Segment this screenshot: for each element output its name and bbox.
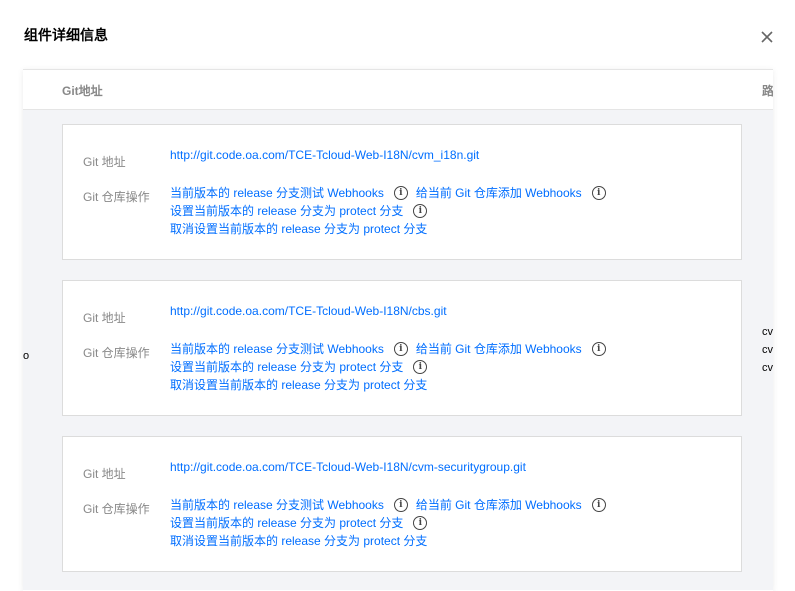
test-webhooks-link[interactable]: 当前版本的 release 分支测试 Webhooks — [170, 340, 384, 358]
close-icon[interactable] — [758, 28, 776, 46]
repo-ops: 当前版本的 release 分支测试 Webhooks i 给当前 Git 仓库… — [170, 496, 614, 550]
info-icon[interactable]: i — [591, 186, 606, 200]
path-value: cv — [762, 344, 773, 356]
path-value: cv — [762, 326, 773, 338]
column-header-path: 路 — [762, 84, 773, 98]
info-icon[interactable]: i — [393, 186, 408, 200]
info-icon[interactable]: i — [393, 498, 408, 512]
info-icon[interactable]: i — [591, 342, 606, 356]
dialog-title: 组件详细信息 — [24, 27, 108, 43]
git-address-label: Git 地址 — [83, 311, 126, 325]
repo-ops-label: Git 仓库操作 — [83, 502, 150, 516]
repo-ops-label: Git 仓库操作 — [83, 346, 150, 360]
set-protect-link[interactable]: 设置当前版本的 release 分支为 protect 分支 — [170, 358, 403, 376]
unset-protect-link[interactable]: 取消设置当前版本的 release 分支为 protect 分支 — [170, 532, 427, 550]
test-webhooks-link[interactable]: 当前版本的 release 分支测试 Webhooks — [170, 184, 384, 202]
add-webhooks-link[interactable]: 给当前 Git 仓库添加 Webhooks — [416, 184, 582, 202]
path-value: cv — [762, 362, 773, 374]
info-icon[interactable]: i — [413, 204, 428, 218]
unset-protect-link[interactable]: 取消设置当前版本的 release 分支为 protect 分支 — [170, 220, 427, 238]
repo-ops: 当前版本的 release 分支测试 Webhooks i 给当前 Git 仓库… — [170, 340, 614, 394]
git-url-link[interactable]: http://git.code.oa.com/TCE-Tcloud-Web-I1… — [170, 460, 526, 474]
column-header-git: Git地址 — [62, 84, 103, 98]
repo-card: Git 地址 http://git.code.oa.com/TCE-Tcloud… — [62, 436, 742, 572]
add-webhooks-link[interactable]: 给当前 Git 仓库添加 Webhooks — [416, 340, 582, 358]
git-address-label: Git 地址 — [83, 467, 126, 481]
info-icon[interactable]: i — [413, 516, 428, 530]
info-icon[interactable]: i — [393, 342, 408, 356]
test-webhooks-link[interactable]: 当前版本的 release 分支测试 Webhooks — [170, 496, 384, 514]
expanded-row: o cv cv cv Git 地址 http://git.code.oa.com… — [23, 110, 773, 590]
path-cell: cv cv cv — [762, 323, 773, 377]
component-table: Git地址 路 o cv cv cv Git 地址 http://git.cod… — [23, 69, 773, 591]
repo-ops: 当前版本的 release 分支测试 Webhooks i 给当前 Git 仓库… — [170, 184, 614, 238]
git-url-link[interactable]: http://git.code.oa.com/TCE-Tcloud-Web-I1… — [170, 148, 479, 162]
repo-ops-label: Git 仓库操作 — [83, 190, 150, 204]
set-protect-link[interactable]: 设置当前版本的 release 分支为 protect 分支 — [170, 514, 403, 532]
git-address-label: Git 地址 — [83, 155, 126, 169]
repo-card: Git 地址 http://git.code.oa.com/TCE-Tcloud… — [62, 124, 742, 260]
git-url-link[interactable]: http://git.code.oa.com/TCE-Tcloud-Web-I1… — [170, 304, 447, 318]
unset-protect-link[interactable]: 取消设置当前版本的 release 分支为 protect 分支 — [170, 376, 427, 394]
row-mark: o — [23, 350, 30, 362]
info-icon[interactable]: i — [413, 360, 428, 374]
info-icon[interactable]: i — [591, 498, 606, 512]
set-protect-link[interactable]: 设置当前版本的 release 分支为 protect 分支 — [170, 202, 403, 220]
repo-card: Git 地址 http://git.code.oa.com/TCE-Tcloud… — [62, 280, 742, 416]
table-header: Git地址 路 — [23, 70, 773, 110]
add-webhooks-link[interactable]: 给当前 Git 仓库添加 Webhooks — [416, 496, 582, 514]
